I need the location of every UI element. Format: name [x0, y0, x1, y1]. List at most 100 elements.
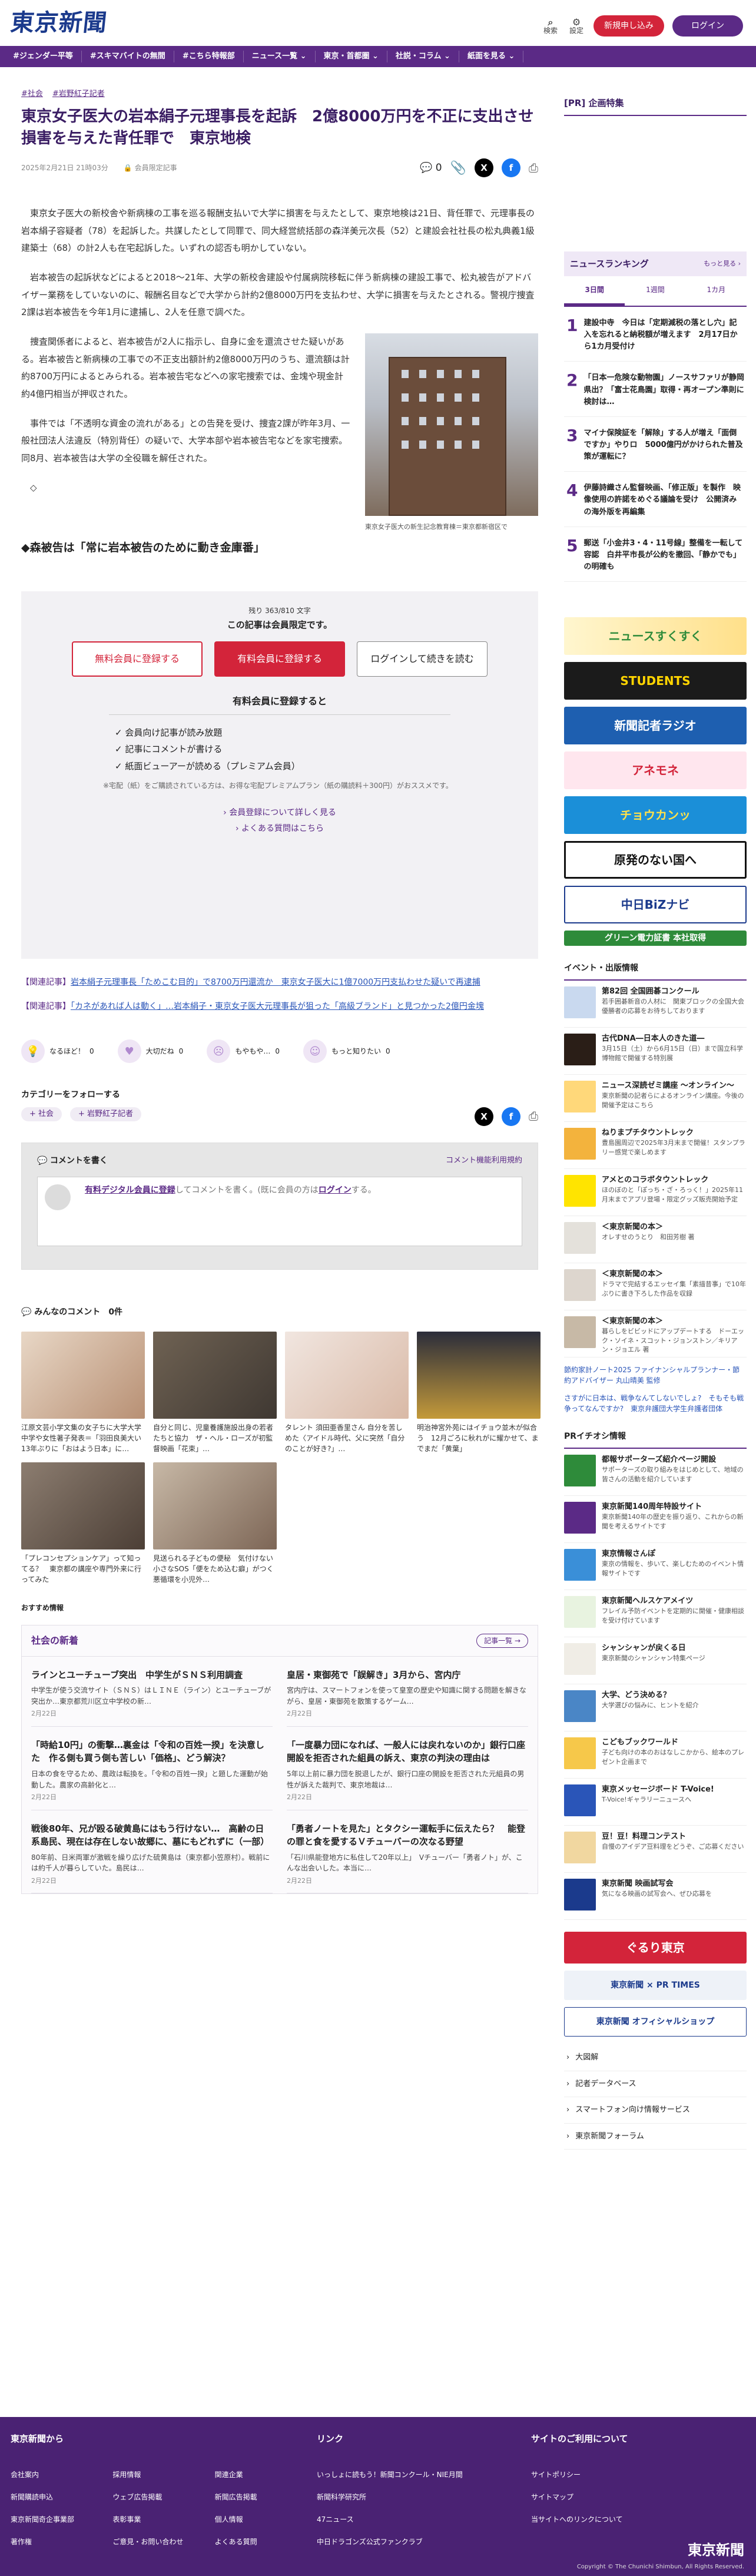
reaction-button[interactable]: 💡 なるほど！ 0 [21, 1039, 94, 1064]
nav-item[interactable]: #ジェンダー平等 [5, 51, 82, 62]
news-item[interactable]: 「勇者ノートを見た」とタクシー運転手に伝えたら？ 能登の罪と食を愛するＶチューバ… [287, 1810, 528, 1894]
pr-item[interactable]: こどもブックワールド 子ども向けの本のおはなしこかから、絵本のプレゼント企画まで [564, 1731, 747, 1779]
banner[interactable]: チョウカンッ [564, 796, 747, 835]
ranking-more-link[interactable]: もっと見る › [704, 259, 741, 269]
footer-link[interactable]: 当サイトへのリンクについて [531, 2514, 745, 2525]
tab-1week[interactable]: 1週間 [625, 276, 685, 306]
news-item[interactable]: 「時給10円」の衝撃…裏金は「令和の百姓一揆」を決意した 作る側も買う側も苦しい… [31, 1727, 273, 1810]
footer-link[interactable]: サイトマップ [531, 2492, 745, 2502]
footer-link[interactable]: 東京新聞奇企事業部 [11, 2514, 112, 2525]
paid-register-button[interactable]: 有料会員に登録する [214, 641, 345, 677]
facebook-share-icon[interactable]: f [502, 1107, 520, 1126]
footer-link[interactable]: 表彰事業 [112, 2514, 214, 2525]
faq-link[interactable]: › よくある質問はこちら [21, 821, 538, 837]
event-item[interactable]: ＜東京新聞の本＞ オレすせのうとり 和田芳樹 著 [564, 1216, 747, 1264]
footer-link[interactable]: 関連企業 [215, 2469, 317, 2480]
tab-1month[interactable]: 1カ月 [686, 276, 747, 306]
reaction-button[interactable]: ☹ もやもや… 0 [207, 1039, 280, 1064]
nav-item[interactable]: ニュース一覧 ⌄ [244, 51, 316, 62]
register-button[interactable]: 新規申し込み [593, 15, 664, 37]
news-item[interactable]: 「一度暴力団になれば、一般人には戻れないのか」銀行口座開設を拒否された組員の訴え… [287, 1727, 528, 1810]
follow-chip[interactable]: + 岩野紅子記者 [70, 1107, 142, 1121]
event-item[interactable]: ねりまプチタウントレック 豊島園周辺で2025年3月末まで開催！スタンプラリー感覚… [564, 1122, 747, 1170]
reaction-button[interactable]: ☺ もっと知りたい 0 [303, 1039, 390, 1064]
pr-item[interactable]: シャンシャンが戻くる日 東京新聞のシャンシャン特集ページ [564, 1637, 747, 1685]
pr-item[interactable]: 東京メッセージボード T-Voice! T-Voice!ギャラリーニュースへ [564, 1779, 747, 1826]
nav-item[interactable]: 紙面を見る ⌄ [459, 51, 524, 62]
event-item[interactable]: 古代DNA―日本人のきた道― 3月15日（土）から6月15日（日）まで国立科学博物… [564, 1028, 747, 1075]
pr-item[interactable]: 東京新聞 映画試写会 気になる映画の試写会へ、ぜひ応募を [564, 1873, 747, 1921]
comment-rules-link[interactable]: コメント機能利用規約 [446, 1155, 522, 1167]
membership-info-link[interactable]: › 会員登録について詳しく見る [21, 805, 538, 821]
login-link[interactable]: ログイン [319, 1186, 352, 1195]
banner-shop[interactable]: 東京新聞 オフィシャルショップ [564, 2007, 747, 2037]
event-item[interactable]: 第82回 全国囲碁コンクール 若手囲碁新音の人材に 関東ブロックの全国大会優勝者の… [564, 981, 747, 1028]
banner[interactable]: 原発のない国へ [564, 841, 747, 879]
sidebar-link[interactable]: › 大図解 [564, 2045, 747, 2071]
footer-link[interactable]: 中日ドラゴンズ公式ファンクラブ [317, 2537, 531, 2547]
pr-item[interactable]: 都報サポーターズ紹介ページ開設 サポーターズの取り組みをはじめとして、地域の皆さん… [564, 1449, 747, 1496]
article-list-link[interactable]: 記事一覧 → [476, 1633, 528, 1648]
comment-input[interactable]: 有料デジタル会員に登録してコメントを書く。(既に会員の方はログインする。 [37, 1176, 522, 1246]
banner[interactable]: 中日BiZナビ [564, 886, 747, 924]
footer-link[interactable]: サイトポリシー [531, 2469, 745, 2480]
ranking-item[interactable]: 4 伊藤詩織さん監督映画、「修正版」を製作 映像使用の許諾をめぐる議論を受け 公開… [564, 472, 747, 527]
search-button[interactable]: ⌕ 検索 [542, 17, 559, 35]
ranking-item[interactable]: 1 建設中寺 今日は「定期減税の落とし穴」記入を忘れると納税額が増えます 2月17… [564, 307, 747, 362]
pr-item[interactable]: 東京新聞140周年特設サイト 東京新聞140年の歴史を振り返り、これからの新聞を考… [564, 1496, 747, 1544]
sidebar-link[interactable]: › 東京新聞フォーラム [564, 2124, 747, 2150]
event-item[interactable]: ニュース深読ゼミ講座 〜オンライン〜 東京新聞の記者らによるオンライン講座。今後の… [564, 1075, 747, 1123]
footer-link[interactable]: 新聞科学研究所 [317, 2492, 531, 2502]
article-photo[interactable]: 東京女子医大の新生記念教育棟＝東京都新宿区で [365, 333, 538, 534]
banner[interactable]: アネモネ [564, 751, 747, 790]
pr-item[interactable]: 東京新聞ヘルスケアメイツ フレイル予防イベントを定期的に開催・健康相談を受け付けて… [564, 1590, 747, 1638]
sidebar-link[interactable]: › スマートフォン向け情報サービス [564, 2097, 747, 2124]
related-link[interactable]: 岩本絹子元理事長「ためこむ目的」で8700万円還流か 東京女子医大に1億7000… [71, 978, 480, 987]
clip-icon[interactable]: 📎 [450, 158, 466, 178]
login-button[interactable]: ログイン [672, 15, 743, 37]
footer-link[interactable]: 個人情報 [215, 2514, 317, 2525]
event-item[interactable]: アメとのコラボタウントレック ほのぼのと「ぽっち・ざ・ろっく！」2025年11月末… [564, 1169, 747, 1217]
ranking-item[interactable]: 5 郵送「小金井3・4・11号線」整備を一転して容認 白井平市長が公約を撤回、「静… [564, 527, 747, 582]
nav-item[interactable]: #スキマバイトの無間 [82, 51, 174, 62]
reaction-button[interactable]: ♥ 大切だね 0 [117, 1039, 183, 1064]
footer-link[interactable]: 新聞購読申込 [11, 2492, 112, 2502]
sidebar-link[interactable]: › 記者データベース [564, 2071, 747, 2098]
nav-item[interactable]: 東京・首都圏 ⌄ [316, 51, 387, 62]
related-link[interactable]: 「カネがあれば人は動く」…岩本絹子・東京女子医大元理事長が狙った「高級ブランド」… [71, 1002, 484, 1011]
x-share-icon[interactable]: X [475, 1107, 493, 1126]
event-item[interactable]: ＜東京新聞の本＞ ドラマで完結するエッセイ集「素描昔事」で10年ぶりに書き下ろした… [564, 1263, 747, 1311]
tag-link[interactable]: #社会 [21, 88, 43, 100]
footer-link[interactable]: 新聞広告掲載 [215, 2492, 317, 2502]
login-continue-button[interactable]: ログインして続きを読む [357, 641, 488, 677]
footer-link[interactable]: 採用情報 [112, 2469, 214, 2480]
print-icon[interactable]: ⎙ [529, 159, 538, 177]
pr-item[interactable]: 東京情報さんぽ 東京の情報を、歩いて、楽しむためのイベント情報サイトです [564, 1543, 747, 1591]
pr-item[interactable]: 豆！豆！料理コンテスト 自慢のアイデア豆料理をどうぞ、ご応募ください [564, 1826, 747, 1873]
pr-item[interactable]: 大学、どう決める？ 大学選びの悩みに、ヒントを紹介 [564, 1684, 747, 1732]
footer-link[interactable]: 会社案内 [11, 2469, 112, 2480]
news-item[interactable]: 戦後80年、兄が殴る破黄島にはもう行けない… 高齢の日系島民、現在は存在しない故… [31, 1810, 273, 1894]
tag-link[interactable]: #岩野紅子記者 [52, 88, 105, 100]
print-icon[interactable]: ⎙ [529, 1107, 538, 1126]
banner-gurutokyo[interactable]: ぐるり東京 [564, 1932, 747, 1964]
recommend-card[interactable]: 明治神宮外苑にはイチョウ並木が似合う 12月ごろに秋れがに耀かせて、までまだ「黄… [417, 1331, 541, 1454]
tab-3days[interactable]: 3日間 [564, 276, 625, 306]
ranking-item[interactable]: 3 マイナ保険証を「解除」する人が増え「面倒ですか」やりロ 5000億円がかけられ… [564, 417, 747, 472]
footer-link[interactable]: ウェブ広告掲載 [112, 2492, 214, 2502]
nav-item[interactable]: 社説・コラム ⌄ [387, 51, 459, 62]
news-item[interactable]: 皇居・東御苑で「誤解き」3月から、宮内庁 宮内庁は、スマートフォンを使って皇室の歴… [287, 1657, 528, 1727]
settings-button[interactable]: ⚙ 設定 [568, 17, 585, 35]
promo-text[interactable]: さすがに日本は、戦争なんてしないでしょ? そもそも戦争ってなんですか? 東京弁護… [564, 1393, 747, 1414]
promo-text[interactable]: 節約家計ノート2025 ファイナンシャルプランナー・節約アドバイザー 丸山晴美 … [564, 1365, 747, 1386]
recommend-card[interactable]: 見送られる子どもの便秘 気付けない小さなSOS「便をため込む癖」がつく悪循環を小… [153, 1462, 277, 1585]
banner[interactable]: グリーン電力証書 本社取得 [564, 931, 747, 946]
ranking-item[interactable]: 2 「日本一危険な動物園」ノースサファリが静岡県出？「富士花鳥園」取得・再オープン… [564, 362, 747, 417]
banner[interactable]: ニュースすくすく [564, 617, 747, 655]
banner[interactable]: 新聞記者ラジオ [564, 707, 747, 745]
site-logo[interactable]: 東京新聞 [9, 5, 109, 41]
comment-count[interactable]: 💬 0 [420, 161, 442, 176]
free-register-button[interactable]: 無料会員に登録する [72, 641, 203, 677]
nav-item[interactable]: #こちら特報部 [174, 51, 244, 62]
footer-link[interactable]: 47ニュース [317, 2514, 531, 2525]
